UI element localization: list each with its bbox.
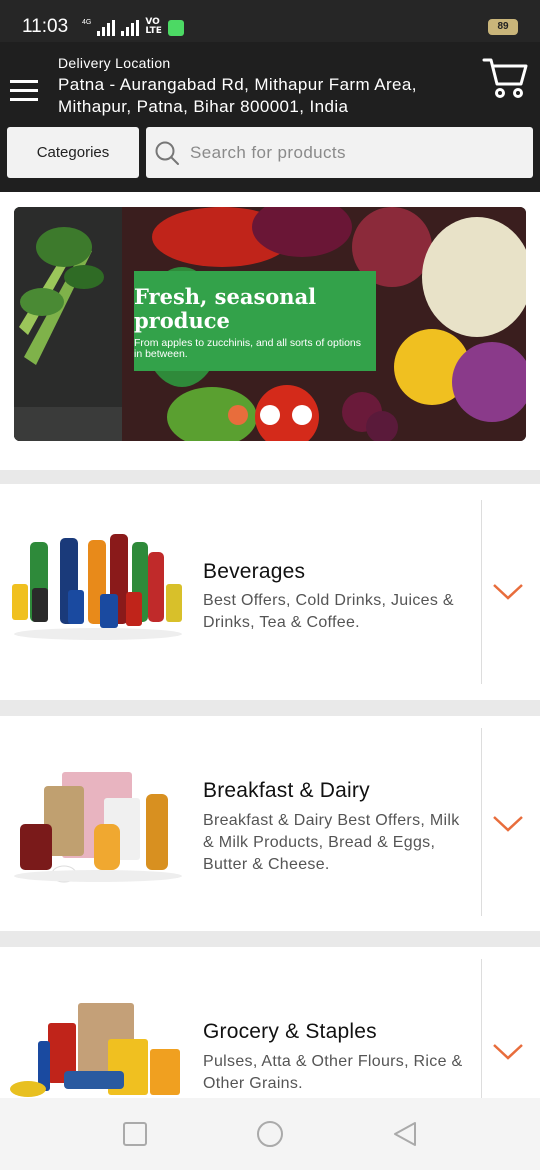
network-type: 4G	[82, 19, 92, 26]
battery-icon: 89	[488, 19, 518, 35]
menu-icon[interactable]	[10, 80, 40, 102]
banner-title: Fresh, seasonal produce	[134, 284, 317, 333]
category-card-grocery-staples[interactable]: Grocery & Staples Pulses, Atta & Other F…	[0, 947, 540, 1098]
carousel-dot-2[interactable]	[260, 405, 280, 425]
home-icon[interactable]	[256, 1120, 284, 1148]
category-desc-breakfast-dairy: Breakfast & Dairy Best Offers, Milk & Mi…	[203, 812, 460, 873]
category-desc-grocery-staples: Pulses, Atta & Other Flours, Rice & Othe…	[203, 1053, 463, 1092]
category-title-grocery-staples: Grocery & Staples	[203, 1020, 377, 1043]
carousel-dots	[228, 405, 312, 425]
promo-banner[interactable]: Fresh, seasonal produce From apples to z…	[14, 207, 526, 441]
search-box[interactable]	[146, 127, 533, 178]
category-title-beverages: Beverages	[203, 560, 306, 583]
signal-icon	[97, 20, 116, 36]
chevron-down-icon[interactable]	[492, 582, 524, 602]
category-divider	[481, 959, 482, 1098]
carousel-dot-3[interactable]	[292, 405, 312, 425]
status-bar: 11:03 4G VO LTE 89	[0, 0, 540, 42]
status-time: 11:03	[22, 16, 69, 37]
category-divider	[481, 728, 482, 916]
categories-button[interactable]: Categories	[7, 127, 139, 178]
banner-subtitle: From apples to zucchinis, and all sorts …	[134, 337, 362, 360]
banner-greens-image	[14, 207, 122, 441]
banner-section: Fresh, seasonal produce From apples to z…	[0, 192, 540, 470]
carousel-dot-1[interactable]	[228, 405, 248, 425]
system-nav-bar	[0, 1098, 540, 1170]
delivery-location-label: Delivery Location	[58, 55, 171, 71]
status-icons: 4G VO LTE	[82, 16, 184, 36]
breakfast-dairy-image	[14, 772, 182, 883]
signal-icon-2	[121, 20, 140, 36]
app-header: Delivery Location Patna - Aurangabad Rd,…	[0, 42, 540, 192]
volte-icon: VO LTE	[145, 17, 162, 36]
category-divider	[481, 500, 482, 684]
chevron-down-icon[interactable]	[492, 814, 524, 834]
category-title-breakfast-dairy: Breakfast & Dairy	[203, 779, 370, 802]
chevron-down-icon[interactable]	[492, 1042, 524, 1062]
search-icon	[155, 141, 179, 165]
search-input[interactable]	[190, 127, 520, 178]
notification-app-icon	[167, 20, 184, 36]
delivery-address[interactable]: Patna - Aurangabad Rd, Mithapur Farm Are…	[58, 74, 478, 118]
recent-apps-icon[interactable]	[121, 1120, 149, 1148]
category-card-breakfast-dairy[interactable]: Breakfast & Dairy Breakfast & Dairy Best…	[0, 716, 540, 931]
grocery-staples-image	[10, 1003, 180, 1097]
category-card-beverages[interactable]: Beverages Best Offers, Cold Drinks, Juic…	[0, 484, 540, 700]
cart-icon[interactable]	[482, 56, 528, 100]
back-icon[interactable]	[391, 1120, 419, 1148]
beverages-image	[12, 534, 182, 640]
category-desc-beverages: Best Offers, Cold Drinks, Juices & Drink…	[203, 592, 454, 631]
